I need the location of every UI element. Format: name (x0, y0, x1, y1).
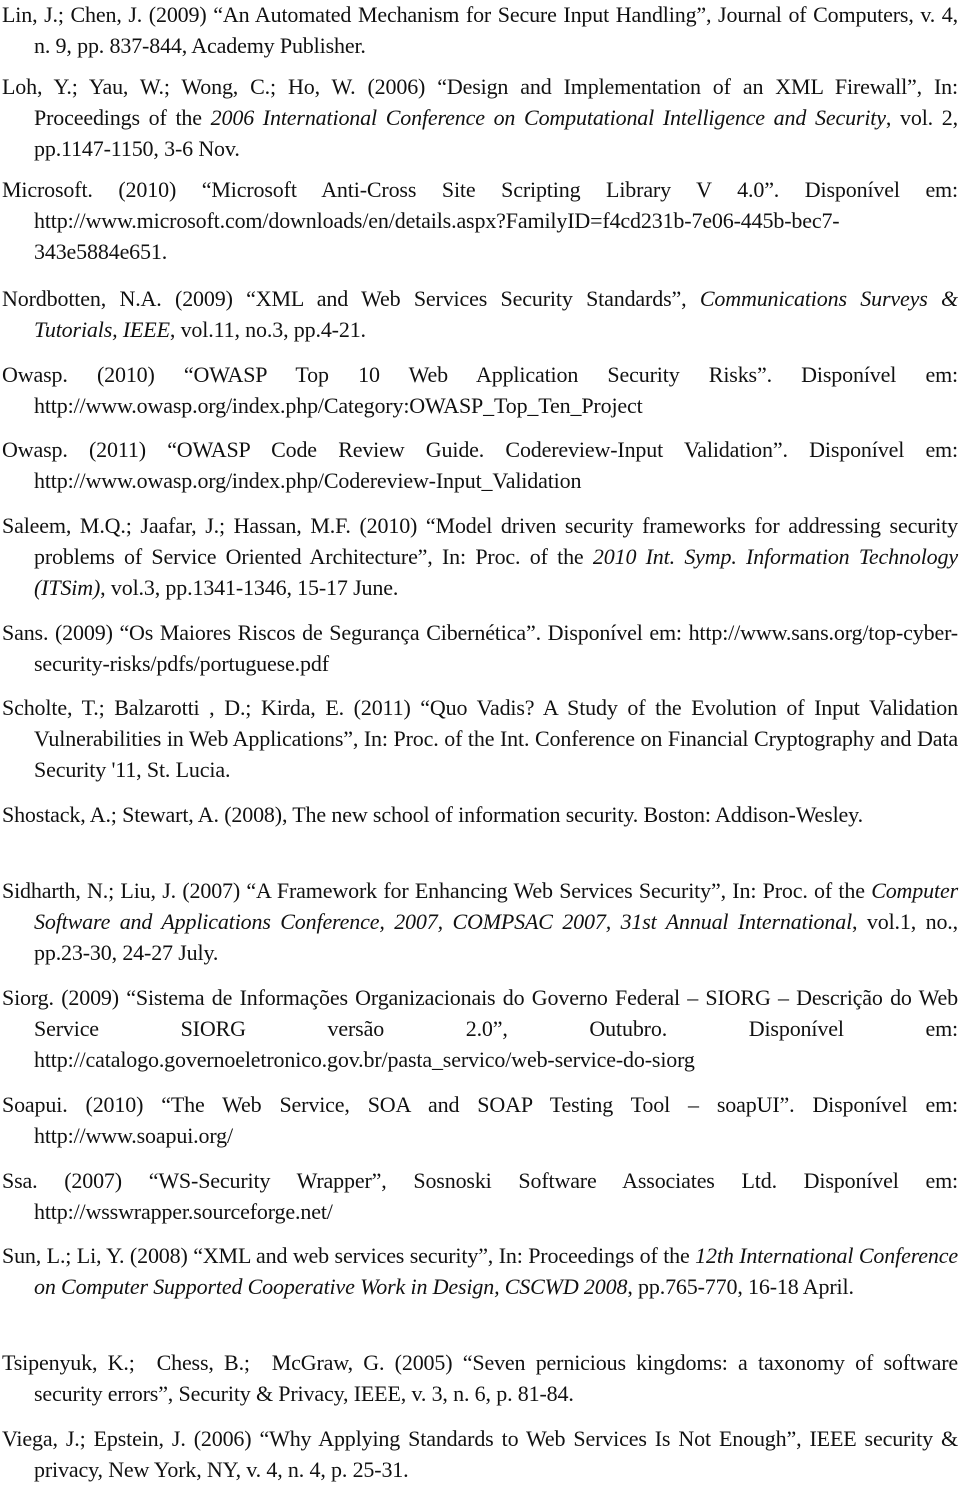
reference-venue-italic: 2006 International Conference on Computa… (210, 105, 886, 130)
reference-entry: Saleem, M.Q.; Jaafar, J.; Hassan, M.F. (… (2, 510, 958, 603)
reference-text: , vol.3, pp.1341-1346, 15-17 June. (100, 575, 399, 600)
reference-text: Shostack, A.; Stewart, A. (2008), The ne… (2, 802, 863, 827)
reference-entry: Tsipenyuk, K.; Chess, B.; McGraw, G. (20… (2, 1347, 958, 1409)
reference-entry: Lin, J.; Chen, J. (2009) “An Automated M… (2, 0, 958, 61)
reference-entry: Viega, J.; Epstein, J. (2006) “Why Apply… (2, 1423, 958, 1485)
reference-entry: Owasp. (2011) “OWASP Code Review Guide. … (2, 434, 958, 496)
reference-text: Sans. (2009) “Os Maiores Riscos de Segur… (2, 620, 958, 676)
reference-text: Microsoft. (2010) “Microsoft Anti-Cross … (2, 177, 958, 264)
reference-text: Sun, L.; Li, Y. (2008) “XML and web serv… (2, 1243, 696, 1268)
reference-text: Lin, J.; Chen, J. (2009) “An Automated M… (2, 2, 958, 58)
reference-text: Owasp. (2011) “OWASP Code Review Guide. … (2, 437, 958, 493)
reference-text: Tsipenyuk, K.; Chess, B.; McGraw, G. (20… (2, 1350, 958, 1406)
reference-entry: Scholte, T.; Balzarotti , D.; Kirda, E. … (2, 692, 958, 785)
reference-text: Siorg. (2009) “Sistema de Informações Or… (2, 985, 958, 1072)
reference-entry: Nordbotten, N.A. (2009) “XML and Web Ser… (2, 283, 958, 345)
reference-text: Nordbotten, N.A. (2009) “XML and Web Ser… (2, 286, 700, 311)
reference-entry: Sun, L.; Li, Y. (2008) “XML and web serv… (2, 1240, 958, 1302)
reference-entry: Sidharth, N.; Liu, J. (2007) “A Framewor… (2, 875, 958, 968)
reference-entry: Ssa. (2007) “WS-Security Wrapper”, Sosno… (2, 1165, 958, 1227)
reference-entry: Microsoft. (2010) “Microsoft Anti-Cross … (2, 174, 958, 267)
reference-entry: Soapui. (2010) “The Web Service, SOA and… (2, 1089, 958, 1151)
reference-entry: Loh, Y.; Yau, W.; Wong, C.; Ho, W. (2006… (2, 71, 958, 164)
reference-text: Owasp. (2010) “OWASP Top 10 Web Applicat… (2, 362, 958, 418)
reference-text: Viega, J.; Epstein, J. (2006) “Why Apply… (2, 1426, 958, 1482)
reference-entry: Sans. (2009) “Os Maiores Riscos de Segur… (2, 617, 958, 679)
reference-text: Sidharth, N.; Liu, J. (2007) “A Framewor… (2, 878, 872, 903)
reference-text: Ssa. (2007) “WS-Security Wrapper”, Sosno… (2, 1168, 958, 1224)
reference-text: Soapui. (2010) “The Web Service, SOA and… (2, 1092, 958, 1148)
reference-entry: Siorg. (2009) “Sistema de Informações Or… (2, 982, 958, 1075)
reference-entry: Owasp. (2010) “OWASP Top 10 Web Applicat… (2, 359, 958, 421)
reference-text: , vol.11, no.3, pp.4-21. (169, 317, 366, 342)
reference-text: Scholte, T.; Balzarotti , D.; Kirda, E. … (2, 695, 958, 782)
reference-text: , pp.765-770, 16-18 April. (627, 1274, 854, 1299)
reference-entry: Shostack, A.; Stewart, A. (2008), The ne… (2, 799, 958, 830)
